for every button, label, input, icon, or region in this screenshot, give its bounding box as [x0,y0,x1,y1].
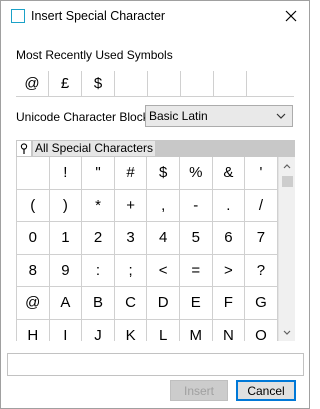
character-cell[interactable]: + [115,189,148,221]
character-cell[interactable]: 3 [115,222,148,254]
character-cell[interactable]: E [180,287,213,319]
pin-icon[interactable] [17,141,31,156]
unicode-block-label: Unicode Character Block: [16,110,153,124]
character-cell[interactable]: < [147,254,180,286]
cancel-button[interactable]: Cancel [236,380,296,401]
mru-symbols: @ £ $ [16,71,294,97]
grid-row: () * +, -. / [17,189,278,222]
character-cell[interactable]: > [213,254,246,286]
character-cell[interactable]: N [213,319,246,341]
character-cell[interactable]: : [82,254,115,286]
unicode-block-select[interactable]: Basic Latin [145,105,293,127]
character-cell[interactable]: ! [50,157,83,189]
character-cell[interactable]: G [245,287,278,319]
character-cell[interactable]: I [50,319,83,341]
character-cell[interactable]: A [50,287,83,319]
character-cell[interactable]: J [82,319,115,341]
character-cell[interactable]: ) [50,189,83,221]
grid-row: 01234567 [17,222,278,255]
character-cell[interactable]: 5 [180,222,213,254]
character-cell[interactable]: " [82,157,115,189]
character-cell[interactable]: 2 [82,222,115,254]
character-cell[interactable]: ' [245,157,278,189]
character-cell[interactable]: H [17,319,50,341]
chevron-up-icon [283,163,291,168]
character-cell[interactable]: L [147,319,180,341]
mru-label: Most Recently Used Symbols [16,48,173,62]
character-cell[interactable]: * [82,189,115,221]
grid-row: ! " # $% & ' [17,157,278,190]
character-cell[interactable]: ; [115,254,148,286]
character-cell[interactable]: , [147,189,180,221]
mru-symbol-cell[interactable]: £ [49,71,82,96]
scroll-up-button[interactable] [279,158,295,174]
character-cell[interactable]: 6 [213,222,246,254]
scroll-thumb[interactable] [282,176,293,187]
mru-symbol-cell[interactable] [247,71,280,96]
character-cell[interactable]: $ [147,157,180,189]
scroll-down-button[interactable] [279,324,295,340]
character-input[interactable] [7,353,304,376]
grid-header-label: All Special Characters [33,141,156,156]
mru-symbol-cell[interactable] [148,71,181,96]
character-cell[interactable]: . [213,189,246,221]
unicode-block-value: Basic Latin [149,109,208,123]
character-cell[interactable]: K [115,319,148,341]
window-icon [11,9,25,23]
character-cell[interactable]: ( [17,189,50,221]
character-cell[interactable]: F [213,287,246,319]
window-title: Insert Special Character [31,9,166,23]
mru-symbol-cell[interactable] [181,71,214,96]
close-icon [285,10,297,22]
character-cell[interactable]: 7 [245,222,278,254]
character-cell[interactable]: 8 [17,254,50,286]
chevron-down-icon [276,113,286,119]
chevron-down-icon [283,330,291,335]
grid-header: All Special Characters [16,140,295,157]
character-cell[interactable]: % [180,157,213,189]
character-cell[interactable]: 1 [50,222,83,254]
character-cell[interactable]: # [115,157,148,189]
grid-row: HIJKLMNO [17,319,278,341]
insert-special-character-dialog: Insert Special Character Most Recently U… [0,0,310,409]
character-cell[interactable]: / [245,189,278,221]
insert-button[interactable]: Insert [170,380,228,401]
title-bar: Insert Special Character [1,1,309,32]
character-cell[interactable]: @ [17,287,50,319]
mru-symbol-cell[interactable]: @ [16,71,49,96]
mru-symbol-cell[interactable] [214,71,247,96]
character-cell[interactable]: C [115,287,148,319]
character-cell[interactable]: = [180,254,213,286]
character-cell[interactable]: B [82,287,115,319]
character-cell[interactable]: & [213,157,246,189]
mru-symbol-cell[interactable]: $ [82,71,115,96]
character-cell[interactable]: 9 [50,254,83,286]
grid-row: 8 9:; < = >? [17,254,278,287]
grid-row: @ A B C D E F G [17,287,278,320]
character-grid: ! " # $% & '() * +, -./0 1 2 3 4 5 6 7 8 9:; < = >? @ A B C D E F G H… [16,157,278,341]
character-cell[interactable]: - [180,189,213,221]
mru-symbol-cell[interactable] [115,71,148,96]
character-cell[interactable]: O [245,319,278,341]
grid-scrollbar[interactable] [278,157,295,341]
character-cell[interactable] [17,157,50,189]
character-cell[interactable]: D [147,287,180,319]
character-cell[interactable]: M [180,319,213,341]
close-button[interactable] [273,1,309,31]
character-cell[interactable]: 0 [17,222,50,254]
character-cell[interactable]: ? [245,254,278,286]
character-cell[interactable]: 4 [147,222,180,254]
